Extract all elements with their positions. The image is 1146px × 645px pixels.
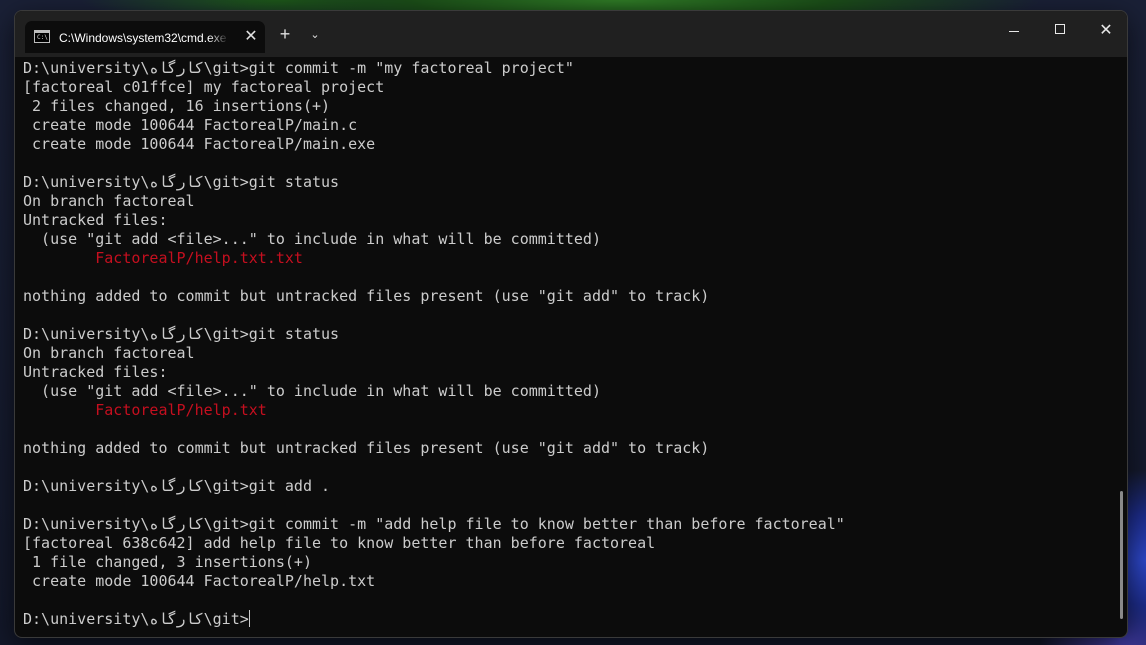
terminal-line: FactorealP/help.txt.txt xyxy=(23,249,303,267)
terminal-line: (use "git add <file>..." to include in w… xyxy=(23,382,601,400)
terminal-line: create mode 100644 FactorealP/main.exe xyxy=(23,135,376,153)
terminal-line: On branch factoreal xyxy=(23,192,195,210)
scrollbar[interactable] xyxy=(1120,491,1123,619)
minimize-button[interactable] xyxy=(991,11,1037,51)
terminal-line: 2 files changed, 16 insertions(+) xyxy=(23,97,331,115)
terminal-line: D:\university\کارگاه\git>git add . xyxy=(23,477,331,495)
terminal-line: (use "git add <file>..." to include in w… xyxy=(23,230,601,248)
command-prompt[interactable]: D:\university\کارگاه\git> xyxy=(23,610,1107,629)
terminal-line: D:\university\کارگاه\git>git commit -m "… xyxy=(23,59,574,77)
tab-cmd[interactable]: C:\ C:\Windows\system32\cmd.exe ✕ xyxy=(25,21,265,53)
terminal-line: D:\university\کارگاه\git>git status xyxy=(23,325,340,343)
terminal-output[interactable]: D:\university\کارگاه\git>git commit -m "… xyxy=(23,59,1107,631)
minimize-icon xyxy=(1009,31,1019,33)
maximize-button[interactable] xyxy=(1037,11,1083,51)
terminal-line: D:\university\کارگاه\git>git status xyxy=(23,173,340,191)
terminal-line: nothing added to commit but untracked fi… xyxy=(23,287,710,305)
close-tab-button[interactable]: ✕ xyxy=(241,27,261,47)
terminal-line: Untracked files: xyxy=(23,211,168,229)
maximize-icon xyxy=(1055,24,1065,35)
text-cursor xyxy=(248,610,250,627)
terminal-line: 1 file changed, 3 insertions(+) xyxy=(23,553,312,571)
terminal-line: FactorealP/help.txt xyxy=(23,401,267,419)
terminal-line: create mode 100644 FactorealP/help.txt xyxy=(23,572,376,590)
title-bar[interactable]: C:\ C:\Windows\system32\cmd.exe ✕ + ⌄ ✕ xyxy=(15,11,1127,57)
new-tab-button[interactable]: + xyxy=(274,24,296,46)
terminal-line: nothing added to commit but untracked fi… xyxy=(23,439,710,457)
cmd-icon: C:\ xyxy=(34,30,50,43)
terminal-line: Untracked files: xyxy=(23,363,168,381)
terminal-line: [factoreal c01ffce] my factoreal project xyxy=(23,78,385,96)
prompt-text: D:\university\کارگاه\git> xyxy=(23,610,249,628)
tab-title: C:\Windows\system32\cmd.exe xyxy=(59,31,227,45)
chevron-down-icon[interactable]: ⌄ xyxy=(304,24,326,46)
terminal-window: C:\ C:\Windows\system32\cmd.exe ✕ + ⌄ ✕ … xyxy=(14,10,1128,638)
terminal-line: create mode 100644 FactorealP/main.c xyxy=(23,116,358,134)
terminal-line: D:\university\کارگاه\git>git commit -m "… xyxy=(23,515,845,533)
terminal-line: [factoreal 638c642] add help file to kno… xyxy=(23,534,656,552)
close-window-button[interactable]: ✕ xyxy=(1083,11,1127,51)
terminal-line: On branch factoreal xyxy=(23,344,195,362)
